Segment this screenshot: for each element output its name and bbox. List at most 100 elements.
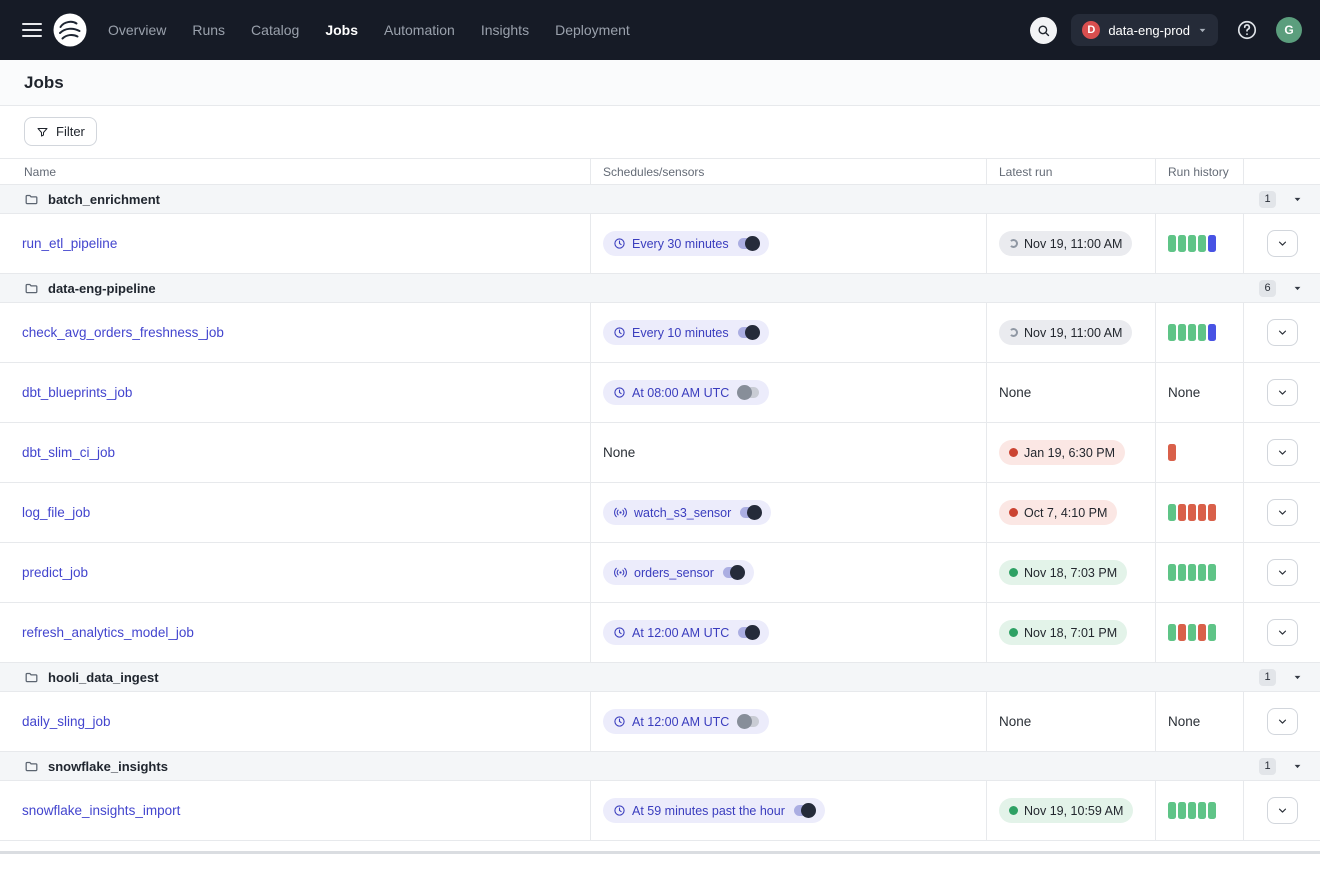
run-history-bar-success[interactable] bbox=[1168, 802, 1176, 819]
run-history-bar-success[interactable] bbox=[1188, 624, 1196, 641]
nav-item-overview[interactable]: Overview bbox=[108, 22, 166, 38]
run-history-bar-success[interactable] bbox=[1198, 564, 1206, 581]
schedule-toggle[interactable] bbox=[794, 805, 815, 816]
schedule-toggle[interactable] bbox=[723, 567, 744, 578]
run-history-bar-success[interactable] bbox=[1208, 624, 1216, 641]
row-expand-button[interactable] bbox=[1267, 439, 1298, 466]
latest-run-pill[interactable]: Nov 19, 11:00 AM bbox=[999, 320, 1132, 345]
dagster-logo[interactable] bbox=[52, 12, 88, 48]
nav-item-catalog[interactable]: Catalog bbox=[251, 22, 299, 38]
group-collapse-caret-icon[interactable] bbox=[1293, 762, 1302, 771]
run-history-bar-success[interactable] bbox=[1198, 324, 1206, 341]
run-history-bars[interactable] bbox=[1168, 444, 1176, 461]
run-history-bar-in_progress[interactable] bbox=[1208, 324, 1216, 341]
row-expand-button[interactable] bbox=[1267, 230, 1298, 257]
run-history-bar-failure[interactable] bbox=[1208, 504, 1216, 521]
run-history-bar-success[interactable] bbox=[1168, 624, 1176, 641]
run-history-bar-success[interactable] bbox=[1208, 564, 1216, 581]
row-expand-button[interactable] bbox=[1267, 797, 1298, 824]
sensor-pill[interactable]: orders_sensor bbox=[603, 560, 754, 585]
run-history-bar-failure[interactable] bbox=[1198, 504, 1206, 521]
job-group-header[interactable]: data-eng-pipeline6 bbox=[0, 274, 1320, 303]
latest-run-pill[interactable]: Nov 18, 7:01 PM bbox=[999, 620, 1127, 645]
latest-run-pill[interactable]: Jan 19, 6:30 PM bbox=[999, 440, 1125, 465]
schedule-toggle[interactable] bbox=[738, 327, 759, 338]
schedule-toggle[interactable] bbox=[738, 716, 759, 727]
schedule-toggle[interactable] bbox=[740, 507, 761, 518]
nav-item-runs[interactable]: Runs bbox=[192, 22, 225, 38]
run-history-bar-success[interactable] bbox=[1188, 564, 1196, 581]
job-name-link[interactable]: check_avg_orders_freshness_job bbox=[22, 325, 224, 340]
run-history-bars[interactable] bbox=[1168, 564, 1216, 581]
job-name-link[interactable]: predict_job bbox=[22, 565, 88, 580]
job-name-link[interactable]: log_file_job bbox=[22, 505, 90, 520]
run-history-bar-failure[interactable] bbox=[1178, 624, 1186, 641]
nav-item-jobs[interactable]: Jobs bbox=[325, 22, 358, 38]
nav-item-automation[interactable]: Automation bbox=[384, 22, 455, 38]
row-expand-button[interactable] bbox=[1267, 619, 1298, 646]
run-history-bar-success[interactable] bbox=[1178, 802, 1186, 819]
group-collapse-caret-icon[interactable] bbox=[1293, 673, 1302, 682]
horizontal-scrollbar[interactable] bbox=[0, 851, 1320, 854]
row-expand-button[interactable] bbox=[1267, 559, 1298, 586]
latest-run-pill[interactable]: Oct 7, 4:10 PM bbox=[999, 500, 1117, 525]
schedule-toggle[interactable] bbox=[738, 387, 759, 398]
schedule-pill[interactable]: At 59 minutes past the hour bbox=[603, 798, 825, 823]
run-history-bar-in_progress[interactable] bbox=[1208, 235, 1216, 252]
run-history-bars[interactable] bbox=[1168, 235, 1216, 252]
job-group-header[interactable]: snowflake_insights1 bbox=[0, 752, 1320, 781]
row-expand-button[interactable] bbox=[1267, 499, 1298, 526]
deployment-switcher[interactable]: D data-eng-prod bbox=[1071, 14, 1218, 46]
latest-run-pill[interactable]: Nov 19, 11:00 AM bbox=[999, 231, 1132, 256]
run-history-bar-success[interactable] bbox=[1198, 802, 1206, 819]
run-history-bar-success[interactable] bbox=[1188, 802, 1196, 819]
help-button[interactable] bbox=[1232, 15, 1262, 45]
run-history-bars[interactable] bbox=[1168, 624, 1216, 641]
job-group-header[interactable]: batch_enrichment1 bbox=[0, 185, 1320, 214]
row-expand-button[interactable] bbox=[1267, 319, 1298, 346]
job-name-link[interactable]: daily_sling_job bbox=[22, 714, 111, 729]
group-collapse-caret-icon[interactable] bbox=[1293, 284, 1302, 293]
run-history-bar-success[interactable] bbox=[1198, 235, 1206, 252]
hamburger-menu-button[interactable] bbox=[18, 18, 46, 42]
row-expand-button[interactable] bbox=[1267, 708, 1298, 735]
sensor-pill[interactable]: watch_s3_sensor bbox=[603, 500, 771, 525]
job-name-link[interactable]: dbt_blueprints_job bbox=[22, 385, 132, 400]
schedule-toggle[interactable] bbox=[738, 238, 759, 249]
run-history-bar-success[interactable] bbox=[1208, 802, 1216, 819]
run-history-bar-failure[interactable] bbox=[1178, 504, 1186, 521]
schedule-pill[interactable]: At 12:00 AM UTC bbox=[603, 709, 769, 734]
schedule-pill[interactable]: Every 10 minutes bbox=[603, 320, 769, 345]
filter-button[interactable]: Filter bbox=[24, 117, 97, 146]
run-history-bars[interactable] bbox=[1168, 802, 1216, 819]
search-button[interactable] bbox=[1030, 17, 1057, 44]
run-history-bar-success[interactable] bbox=[1178, 324, 1186, 341]
user-avatar[interactable]: G bbox=[1276, 17, 1302, 43]
row-expand-button[interactable] bbox=[1267, 379, 1298, 406]
run-history-bar-failure[interactable] bbox=[1168, 444, 1176, 461]
run-history-bar-success[interactable] bbox=[1168, 324, 1176, 341]
run-history-bars[interactable] bbox=[1168, 504, 1216, 521]
group-collapse-caret-icon[interactable] bbox=[1293, 195, 1302, 204]
run-history-bar-failure[interactable] bbox=[1188, 504, 1196, 521]
job-name-link[interactable]: snowflake_insights_import bbox=[22, 803, 180, 818]
run-history-bar-success[interactable] bbox=[1188, 324, 1196, 341]
run-history-bar-success[interactable] bbox=[1168, 564, 1176, 581]
latest-run-pill[interactable]: Nov 18, 7:03 PM bbox=[999, 560, 1127, 585]
run-history-bars[interactable] bbox=[1168, 324, 1216, 341]
schedule-pill[interactable]: At 12:00 AM UTC bbox=[603, 620, 769, 645]
nav-item-insights[interactable]: Insights bbox=[481, 22, 529, 38]
schedule-pill[interactable]: At 08:00 AM UTC bbox=[603, 380, 769, 405]
latest-run-pill[interactable]: Nov 19, 10:59 AM bbox=[999, 798, 1133, 823]
run-history-bar-success[interactable] bbox=[1168, 235, 1176, 252]
job-name-link[interactable]: refresh_analytics_model_job bbox=[22, 625, 194, 640]
nav-item-deployment[interactable]: Deployment bbox=[555, 22, 630, 38]
job-name-link[interactable]: run_etl_pipeline bbox=[22, 236, 117, 251]
job-name-link[interactable]: dbt_slim_ci_job bbox=[22, 445, 115, 460]
run-history-bar-success[interactable] bbox=[1188, 235, 1196, 252]
schedule-toggle[interactable] bbox=[738, 627, 759, 638]
run-history-bar-failure[interactable] bbox=[1198, 624, 1206, 641]
run-history-bar-success[interactable] bbox=[1168, 504, 1176, 521]
run-history-bar-success[interactable] bbox=[1178, 564, 1186, 581]
run-history-bar-success[interactable] bbox=[1178, 235, 1186, 252]
